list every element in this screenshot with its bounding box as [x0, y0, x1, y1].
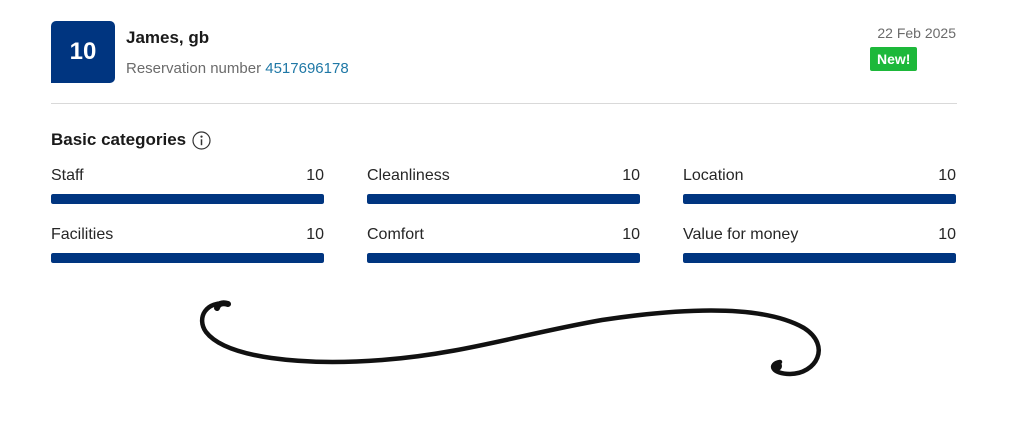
- score-bar-fill: [683, 194, 956, 204]
- score-bar: [51, 194, 324, 204]
- category-staff: Staff 10: [51, 164, 324, 204]
- score-bar-fill: [51, 253, 324, 263]
- divider: [51, 103, 957, 104]
- basic-categories-title: Basic categories: [51, 130, 187, 149]
- score-bar: [367, 253, 640, 263]
- category-comfort: Comfort 10: [367, 223, 640, 263]
- category-score: 10: [622, 226, 640, 243]
- category-value-for-money: Value for money 10: [683, 223, 956, 263]
- category-score: 10: [938, 167, 956, 184]
- reservation-label: Reservation number: [126, 60, 262, 77]
- category-grid: Staff 10 Cleanliness 10 Location 10 Faci…: [51, 164, 956, 263]
- category-label: Facilities: [51, 226, 114, 243]
- score-bar-fill: [683, 253, 956, 263]
- score-bar: [683, 253, 956, 263]
- category-facilities: Facilities 10: [51, 223, 324, 263]
- category-label: Location: [683, 167, 744, 184]
- review-score-badge: 10: [51, 21, 115, 83]
- basic-categories-heading: Basic categories: [51, 128, 211, 152]
- review-score: 10: [69, 38, 97, 65]
- reservation-line: Reservation number 4517696178: [126, 60, 349, 77]
- category-cleanliness: Cleanliness 10: [367, 164, 640, 204]
- score-bar-fill: [367, 253, 640, 263]
- category-label: Comfort: [367, 226, 424, 243]
- score-bar: [51, 253, 324, 263]
- score-bar: [367, 194, 640, 204]
- category-score: 10: [306, 226, 324, 243]
- category-label: Staff: [51, 167, 84, 184]
- category-score: 10: [306, 167, 324, 184]
- category-label: Value for money: [683, 226, 799, 243]
- reservation-number-link[interactable]: 4517696178: [265, 60, 348, 77]
- new-badge: New!: [870, 47, 918, 71]
- score-bar: [683, 194, 956, 204]
- flourish-decoration: [199, 300, 821, 377]
- category-location: Location 10: [683, 164, 956, 204]
- category-score: 10: [622, 167, 640, 184]
- category-score: 10: [938, 226, 956, 243]
- info-icon[interactable]: [192, 130, 211, 150]
- guest-name: James, gb: [126, 28, 210, 47]
- review-date: 22 Feb 2025: [877, 25, 956, 41]
- score-bar-fill: [367, 194, 640, 204]
- score-bar-fill: [51, 194, 324, 204]
- category-label: Cleanliness: [367, 167, 450, 184]
